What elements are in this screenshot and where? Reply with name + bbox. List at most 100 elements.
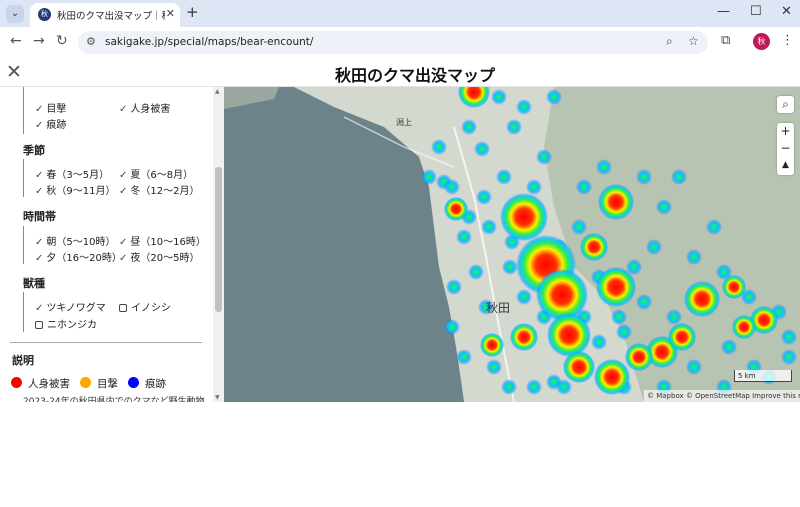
species-option-black-bear[interactable]: ✓ ツキノワグマ xyxy=(35,299,106,314)
heatmap-hotspot xyxy=(500,193,548,241)
zoom-control-group: + − ▲ xyxy=(777,123,794,175)
heatmap-point xyxy=(611,309,627,325)
check-icon: ✓ xyxy=(35,120,44,131)
heatmap-point xyxy=(461,119,477,135)
compass-icon[interactable]: ▲ xyxy=(777,157,794,174)
heatmap-point xyxy=(721,339,737,355)
check-icon: ✓ xyxy=(35,253,44,264)
option-label: イノシシ xyxy=(131,303,171,314)
new-tab-button[interactable]: + xyxy=(186,3,199,21)
scrollbar-thumb[interactable] xyxy=(215,167,222,312)
back-icon[interactable]: ← xyxy=(10,33,22,49)
heatmap-point xyxy=(671,169,687,185)
check-icon: ✓ xyxy=(119,170,128,181)
address-bar[interactable]: ⚙ sakigake.jp/special/maps/bear-encount/… xyxy=(78,31,708,54)
legend-description: 2023-24年の秋田県内でのクマなど野生動物 xyxy=(23,397,205,402)
heatmap-point xyxy=(486,359,502,375)
heatmap-point xyxy=(476,189,492,205)
scroll-up-arrow-icon[interactable]: ▲ xyxy=(215,88,220,95)
heatmap-point xyxy=(516,99,532,115)
heatmap-point xyxy=(496,169,512,185)
option-label: 夜（20〜5時） xyxy=(130,253,200,264)
check-icon: ✓ xyxy=(119,186,128,197)
time-option-daytime[interactable]: ✓ 昼（10〜16時） xyxy=(119,233,206,248)
unchecked-box-icon xyxy=(35,321,43,329)
option-label: 夏（6〜8月） xyxy=(130,170,194,181)
time-option-evening[interactable]: ✓ 夕（16〜20時） xyxy=(35,249,122,264)
bear-heatmap-map[interactable]: 潟上 秋田 ⌕ + − ▲ 5 km © Mapbox © OpenStreet… xyxy=(224,87,800,402)
map-canvas[interactable] xyxy=(224,87,800,402)
option-label: ニホンジカ xyxy=(47,320,97,331)
map-search-icon[interactable]: ⌕ xyxy=(777,96,794,113)
heatmap-point xyxy=(706,219,722,235)
zoom-in-button[interactable]: + xyxy=(777,123,794,140)
url-text[interactable]: sakigake.jp/special/maps/bear-encount/ xyxy=(105,36,313,48)
tab-search-button[interactable]: ⌄ xyxy=(6,5,24,23)
heatmap-hotspot xyxy=(547,313,591,357)
species-option-boar[interactable]: イノシシ xyxy=(119,299,171,314)
season-option-spring[interactable]: ✓ 春（3〜5月） xyxy=(35,166,109,181)
heatmap-point xyxy=(502,259,518,275)
heatmap-point xyxy=(491,89,507,105)
type-option-trace[interactable]: ✓ 痕跡 xyxy=(35,116,66,131)
zoom-out-button[interactable]: − xyxy=(777,140,794,157)
season-option-autumn[interactable]: ✓ 秋（9〜11月） xyxy=(35,182,115,197)
tab-close-icon[interactable]: ✕ xyxy=(166,7,175,20)
heatmap-hotspot xyxy=(722,275,746,299)
type-option-sighting[interactable]: ✓ 目撃 xyxy=(35,100,66,115)
type-option-injury[interactable]: ✓ 人身被害 xyxy=(119,100,170,115)
heatmap-point xyxy=(501,379,517,395)
heatmap-hotspot xyxy=(536,269,588,321)
browser-tab[interactable]: 秋 秋田のクマ出没マップ｜秋田魁新報 ✕ xyxy=(30,3,180,27)
legend-dot-injury xyxy=(11,377,22,388)
page-header: ✕ 秋田のクマ出没マップ xyxy=(0,58,800,87)
heatmap-point xyxy=(456,229,472,245)
heatmap-hotspot xyxy=(580,233,608,261)
heatmap-hotspot xyxy=(563,351,595,383)
heatmap-point xyxy=(536,149,552,165)
window-close-button[interactable]: ✕ xyxy=(781,4,792,19)
browser-menu-icon[interactable]: ⋮ xyxy=(781,33,794,48)
profile-avatar[interactable]: 秋 xyxy=(753,33,770,50)
option-label: 秋（9〜11月） xyxy=(46,186,116,197)
zoom-icon[interactable]: ⌕ xyxy=(666,34,673,49)
page-title: 秋田のクマ出没マップ xyxy=(334,66,495,85)
forward-icon[interactable]: → xyxy=(33,33,45,49)
time-option-night[interactable]: ✓ 夜（20〜5時） xyxy=(119,249,199,264)
heatmap-point xyxy=(576,179,592,195)
heatmap-point xyxy=(591,334,607,350)
scroll-down-arrow-icon[interactable]: ▼ xyxy=(215,394,220,401)
minimize-button[interactable]: — xyxy=(717,4,730,19)
option-label: 人身被害 xyxy=(130,104,171,115)
time-heading: 時間帯 xyxy=(23,210,56,223)
check-icon: ✓ xyxy=(35,303,44,314)
heatmap-hotspot xyxy=(444,197,468,221)
site-info-icon[interactable]: ⚙ xyxy=(86,35,96,48)
bookmark-star-icon[interactable]: ☆ xyxy=(688,34,699,48)
option-label: 朝（5〜10時） xyxy=(46,237,116,248)
reload-icon[interactable]: ↻ xyxy=(56,33,68,49)
maximize-button[interactable]: ☐ xyxy=(750,4,762,19)
legend-dot-sighting xyxy=(80,377,91,388)
map-attribution[interactable]: © Mapbox © OpenStreetMap Improve this ma… xyxy=(644,390,800,402)
option-label: 春（3〜5月） xyxy=(46,170,110,181)
season-option-winter[interactable]: ✓ 冬（12〜2月） xyxy=(119,182,199,197)
season-option-summer[interactable]: ✓ 夏（6〜8月） xyxy=(119,166,193,181)
heatmap-point xyxy=(444,179,460,195)
unchecked-box-icon xyxy=(119,304,127,312)
option-label: 昼（10〜16時） xyxy=(130,237,206,248)
extensions-icon[interactable]: ⧉ xyxy=(721,33,730,48)
legend-label-sighting: 目撃 xyxy=(97,378,118,390)
heatmap-hotspot xyxy=(625,343,653,371)
sidebar-scrollbar[interactable]: ▲ ▼ xyxy=(213,87,224,402)
heatmap-point xyxy=(526,179,542,195)
time-option-morning[interactable]: ✓ 朝（5〜10時） xyxy=(35,233,115,248)
heatmap-hotspot xyxy=(684,281,720,317)
check-icon: ✓ xyxy=(35,104,44,115)
heatmap-point xyxy=(468,264,484,280)
species-option-deer[interactable]: ニホンジカ xyxy=(35,316,97,331)
option-label: 夕（16〜20時） xyxy=(46,253,122,264)
browser-toolbar: ← → ↻ ⚙ sakigake.jp/special/maps/bear-en… xyxy=(0,27,800,58)
heatmap-hotspot xyxy=(598,184,634,220)
check-icon: ✓ xyxy=(35,186,44,197)
